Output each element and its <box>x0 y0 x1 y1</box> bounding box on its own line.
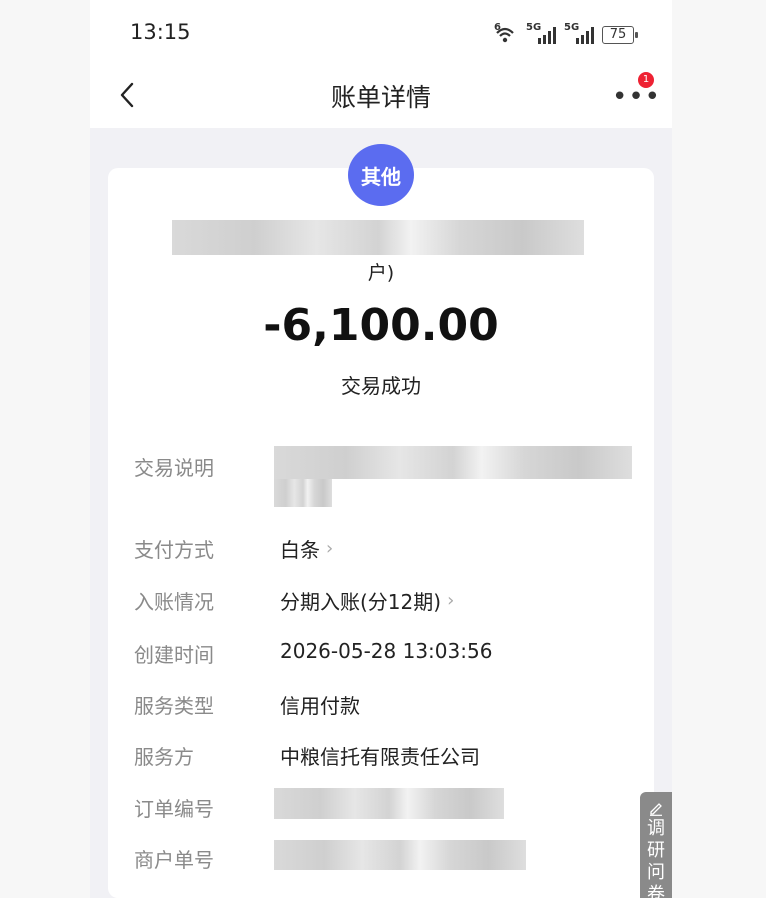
order-number-redacted <box>274 788 504 819</box>
detail-label-created-time: 创建时间 <box>134 643 214 667</box>
merchant-name-redacted <box>172 220 584 255</box>
created-time-value: 2026-05-28 13:03:56 <box>280 639 493 663</box>
payment-method-value: 白条 <box>280 538 320 562</box>
cellular-signal-icon: 5G <box>564 22 594 44</box>
wifi-icon: 6 <box>492 22 518 44</box>
transaction-status: 交易成功 <box>341 374 421 398</box>
merchant-name-suffix: 户) <box>367 262 395 284</box>
chevron-right-icon: › <box>326 537 334 559</box>
description-redacted <box>274 446 632 479</box>
status-icons: 6 5G 5G 75 <box>492 22 638 44</box>
category-badge: 其他 <box>348 144 414 206</box>
payment-method-link[interactable]: 白条 › <box>280 534 333 563</box>
detail-label-service-type: 服务类型 <box>134 694 214 718</box>
chevron-right-icon: › <box>447 589 455 611</box>
more-options-button[interactable]: ••• 1 <box>612 72 660 112</box>
detail-label-merchant-order-number: 商户单号 <box>134 848 214 872</box>
pen-icon <box>650 803 662 816</box>
description-redacted-line2 <box>274 479 332 507</box>
sim1-label: 5G <box>526 22 542 33</box>
status-bar: 13:15 6 5G 5G 75 <box>90 0 672 66</box>
transaction-amount: -6,100.00 <box>263 300 499 351</box>
service-type-value: 信用付款 <box>280 694 360 718</box>
cellular-signal-icon: 5G <box>526 22 556 44</box>
detail-label-description: 交易说明 <box>134 456 214 480</box>
detail-label-service-provider: 服务方 <box>134 745 194 769</box>
battery-icon: 75 <box>602 26 638 44</box>
survey-tab[interactable]: 调研问卷 <box>640 792 672 898</box>
detail-label-posting-status: 入账情况 <box>134 590 214 614</box>
detail-label-order-number: 订单编号 <box>134 797 214 821</box>
wifi-label: 6 <box>494 22 501 33</box>
notification-badge: 1 <box>638 72 654 88</box>
service-provider-value: 中粮信托有限责任公司 <box>280 745 480 769</box>
phone-screen: 13:15 6 5G 5G 75 账单详情 ••• 1 其他 户) -6,100… <box>90 0 672 898</box>
posting-status-value: 分期入账(分12期) <box>280 590 442 614</box>
more-icon: ••• <box>612 82 662 112</box>
navigation-bar: 账单详情 ••• 1 <box>90 66 672 128</box>
survey-label: 调研问卷 <box>647 818 665 898</box>
page-title: 账单详情 <box>330 83 431 112</box>
merchant-order-number-redacted <box>274 840 526 870</box>
detail-label-payment-method: 支付方式 <box>134 538 214 562</box>
sim2-label: 5G <box>564 22 580 33</box>
posting-status-link[interactable]: 分期入账(分12期) › <box>280 586 454 615</box>
status-time: 13:15 <box>130 20 191 44</box>
